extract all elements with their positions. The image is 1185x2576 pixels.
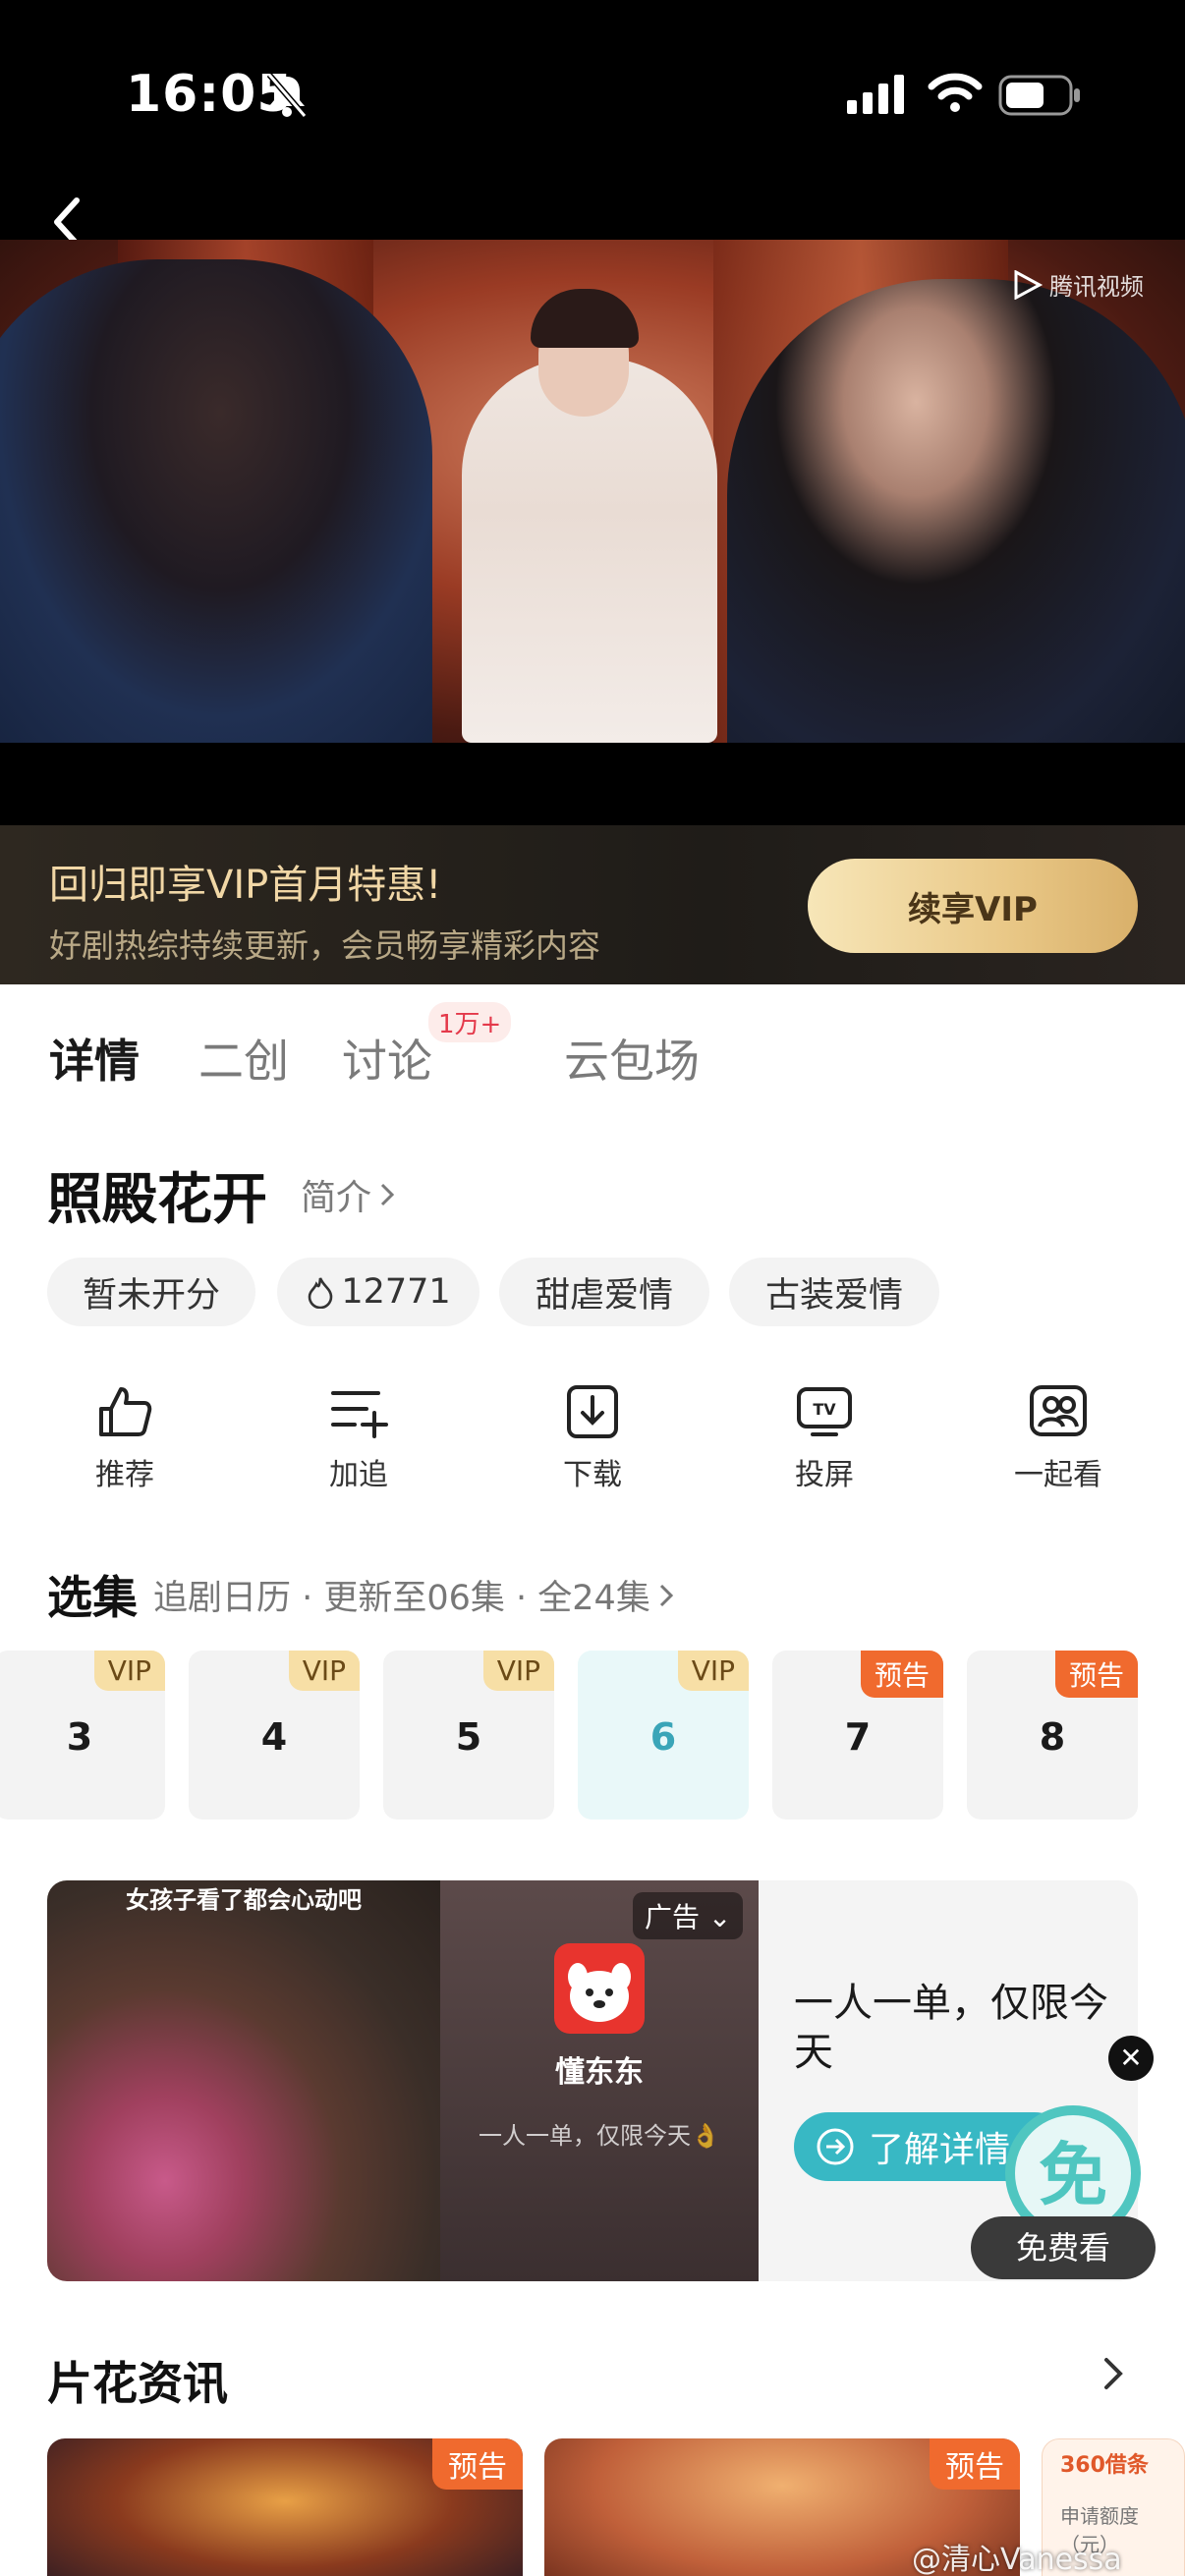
tab-cloud-screening[interactable]: 云包场 [564,1026,700,1091]
tab-details[interactable]: 详情 [49,1026,140,1091]
free-watch-button[interactable]: 免费看 [971,2216,1156,2279]
preview-tag: 预告 [860,1651,943,1698]
ad-label[interactable]: 广告 ⌄ [633,1892,744,1939]
episode-item-current[interactable]: VIP 6 [578,1651,749,1820]
episode-item[interactable]: VIP 4 [189,1651,360,1820]
tv-cast-icon: TV [797,1387,852,1436]
episode-item[interactable]: 预告 8 [967,1651,1138,1820]
episode-number: 7 [844,1715,872,1759]
preview-tag: 预告 [1054,1651,1138,1698]
side-ad-brand: 360借条 [1060,2453,1149,2478]
episode-number: 8 [1039,1715,1066,1759]
ad-photo [47,1880,440,2281]
download-icon [567,1385,618,1438]
episode-item[interactable]: 预告 7 [772,1651,943,1820]
thumbs-up-icon [99,1387,152,1436]
chevron-right-icon [659,1584,673,1606]
play-logo-icon [1014,269,1044,300]
intro-link[interactable]: 简介 [301,1169,397,1220]
clip-card[interactable]: 预告 [47,2438,523,2576]
recommend-action[interactable]: 推荐 [51,1383,198,1493]
cast-action[interactable]: TV 投屏 [751,1383,898,1493]
weibo-watermark: @清心Vanessa [912,2543,1122,2576]
episode-number: 5 [455,1715,482,1759]
bell-muted-icon [266,73,308,118]
renew-vip-button[interactable]: 续享VIP [808,859,1138,953]
cellular-signal-icon [847,75,904,114]
ad-photo-caption: 女孩子看了都会心动吧 [126,1886,362,1914]
vip-banner-subtitle: 好剧热综持续更新，会员畅享精彩内容 [49,926,600,965]
svg-text:免: 免 [1039,2135,1107,2215]
tencent-video-watermark: 腾讯视频 [1012,267,1144,302]
episode-number: 3 [66,1715,93,1759]
episodes-title: 选集 [47,1571,138,1624]
genre-chip-sweet-angst[interactable]: 甜虐爱情 [499,1258,709,1326]
episode-item[interactable]: VIP 3 [0,1651,165,1820]
ad-headline: 一人一单，仅限今天 [794,1981,1108,2075]
vip-tag: VIP [677,1651,749,1691]
vip-tag: VIP [288,1651,360,1691]
episodes-subtitle[interactable]: 追剧日历 · 更新至06集 · 全24集 [153,1570,676,1620]
episode-number: 4 [260,1715,288,1759]
episode-number: 6 [649,1715,677,1759]
jd-dog-logo-icon [554,1943,645,2034]
ad-brand-desc: 一人一单，仅限今天👌 [479,2122,720,2150]
add-list-icon [331,1391,388,1438]
arrow-circle-icon [817,2128,854,2165]
battery-icon [998,75,1080,116]
vip-banner-title: 回归即享VIP首月特惠! [49,863,442,908]
ad-brand-name: 懂东东 [555,2055,644,2090]
video-player[interactable] [0,240,1185,743]
wifi-icon [928,73,983,112]
heat-chip: 12771 [277,1258,480,1326]
genre-chip-costume[interactable]: 古装爱情 [729,1258,939,1326]
discussion-count-badge: 1万+ [428,1002,512,1042]
tab-creations[interactable]: 二创 [198,1026,289,1091]
episode-item[interactable]: VIP 5 [383,1651,554,1820]
ad-card[interactable]: 女孩子看了都会心动吧 广告 ⌄ 懂东东 一人一单，仅限今天👌 一人一单，仅限今天… [47,1880,1138,2281]
vip-tag: VIP [482,1651,554,1691]
watch-together-action[interactable]: 一起看 [985,1383,1132,1493]
svg-text:TV: TV [813,1400,836,1419]
rating-chip: 暂未开分 [47,1258,255,1326]
show-title: 照殿花开 [47,1168,267,1232]
chevron-right-icon[interactable] [1099,2352,1128,2395]
follow-action[interactable]: 加追 [285,1383,432,1493]
download-action[interactable]: 下载 [519,1383,666,1493]
preview-tag: 预告 [432,2438,523,2490]
watch-together-icon [1030,1385,1087,1436]
chevron-right-icon [380,1183,395,1206]
ad-close-button[interactable]: ✕ [1108,2036,1154,2081]
clips-title: 片花资讯 [47,2357,228,2410]
tab-discussion[interactable]: 讨论 [342,1026,432,1091]
preview-tag: 预告 [930,2438,1020,2490]
vip-tag: VIP [93,1651,165,1691]
flame-icon [309,1277,333,1309]
